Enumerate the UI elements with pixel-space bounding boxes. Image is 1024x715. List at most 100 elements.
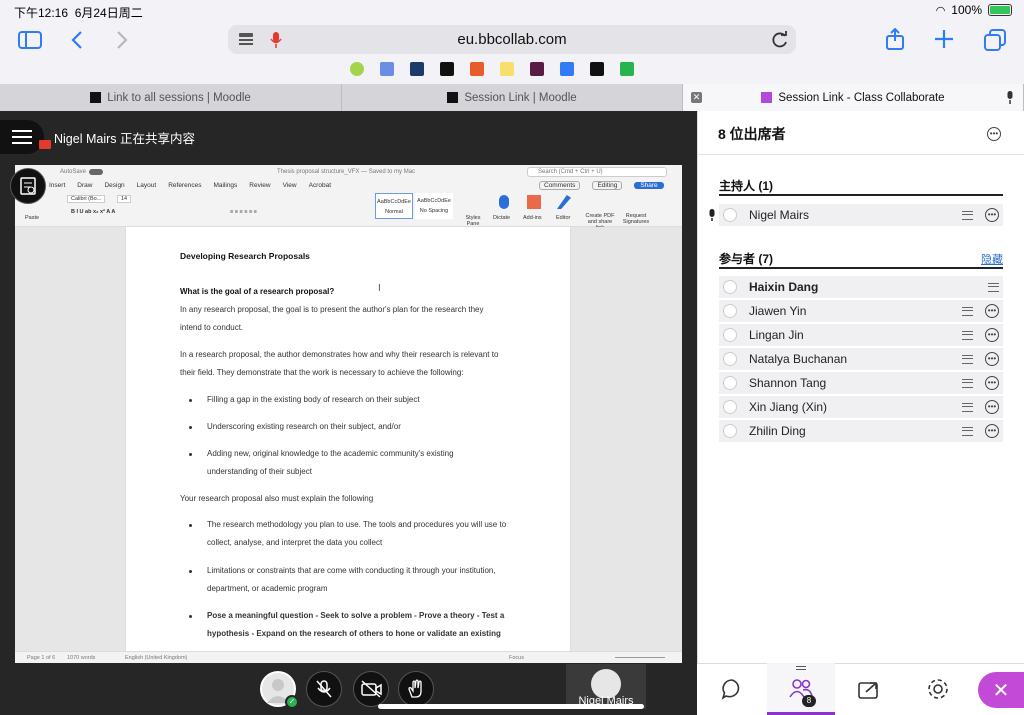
favorite-site-icon[interactable] bbox=[500, 62, 514, 76]
favorite-site-icon[interactable] bbox=[470, 62, 484, 76]
style-no-spacing: AaBbCcDdEe No Spacing bbox=[415, 193, 453, 219]
more-icon[interactable]: ••• bbox=[985, 208, 999, 222]
menu-view: View bbox=[282, 181, 297, 189]
share-icon[interactable] bbox=[885, 27, 905, 55]
chat-tab[interactable] bbox=[697, 663, 767, 715]
word-menu-tabs: Insert Draw Design Layout References Mai… bbox=[15, 179, 682, 191]
settings-tab[interactable] bbox=[903, 663, 973, 715]
session-menu-button[interactable] bbox=[0, 120, 44, 154]
favorite-site-icon[interactable] bbox=[410, 62, 424, 76]
new-tab-icon[interactable] bbox=[934, 29, 954, 54]
avatar bbox=[723, 304, 737, 318]
forward-icon[interactable] bbox=[115, 30, 129, 54]
mic-icon[interactable] bbox=[270, 31, 282, 54]
list-icon[interactable] bbox=[962, 354, 973, 364]
settings-icon bbox=[928, 679, 948, 699]
dictate-label: Dictate bbox=[493, 215, 511, 221]
doc-paragraph: their field. They demonstrate that the w… bbox=[180, 368, 464, 377]
list-icon[interactable] bbox=[962, 378, 973, 388]
bullet bbox=[189, 426, 192, 429]
favorite-site-icon[interactable] bbox=[530, 62, 544, 76]
list-icon[interactable] bbox=[962, 306, 973, 316]
menu-insert: Insert bbox=[49, 181, 66, 189]
share-content-tab[interactable] bbox=[835, 663, 903, 715]
favorite-site-icon[interactable] bbox=[440, 62, 454, 76]
favorite-site-icon[interactable] bbox=[380, 62, 394, 76]
status-date: 6月24日周二 bbox=[74, 6, 143, 20]
chat-icon bbox=[721, 679, 740, 700]
raise-hand-button[interactable] bbox=[398, 671, 434, 707]
list-icon[interactable] bbox=[988, 282, 999, 292]
favorites-bar bbox=[350, 62, 634, 80]
section-divider bbox=[719, 194, 1003, 196]
divider bbox=[697, 154, 1024, 155]
zoom-slider bbox=[615, 657, 665, 658]
participant-row[interactable]: Lingan Jin ••• bbox=[719, 324, 1003, 346]
list-icon[interactable] bbox=[962, 426, 973, 436]
battery-percent: 100% bbox=[951, 3, 982, 17]
attendees-tab[interactable] bbox=[767, 663, 835, 715]
tab-label: Link to all sessions | Moodle bbox=[107, 91, 251, 104]
more-icon[interactable]: ••• bbox=[985, 304, 999, 318]
tab-class-collaborate[interactable]: ✕ Session Link - Class Collaborate bbox=[683, 84, 1024, 111]
participant-row[interactable]: Jiawen Yin ••• bbox=[719, 300, 1003, 322]
tabs-icon[interactable] bbox=[984, 29, 1006, 56]
font-size-select: 14 bbox=[117, 195, 132, 203]
bullet bbox=[189, 399, 192, 402]
participant-row[interactable]: Haixin Dang bbox=[719, 276, 1003, 298]
avatar bbox=[723, 208, 737, 222]
tab-label: Session Link - Class Collaborate bbox=[778, 91, 945, 104]
attendees-title: 8 位出席者 bbox=[718, 126, 786, 142]
attendee-name: Shannon Tang bbox=[749, 376, 827, 390]
participant-row[interactable]: Natalya Buchanan ••• bbox=[719, 348, 1003, 370]
home-indicator bbox=[378, 704, 644, 709]
text-cursor-icon: I bbox=[378, 283, 381, 294]
sidebar-icon[interactable] bbox=[18, 30, 42, 54]
hide-participants-link[interactable]: 隐藏 bbox=[981, 251, 1003, 267]
favorite-site-icon[interactable] bbox=[620, 62, 634, 76]
list-icon[interactable] bbox=[962, 210, 973, 220]
captions-button[interactable] bbox=[10, 168, 46, 204]
more-icon[interactable]: ••• bbox=[985, 424, 999, 438]
more-icon[interactable]: ••• bbox=[985, 376, 999, 390]
more-icon[interactable]: ••• bbox=[985, 328, 999, 342]
doc-bullet-item: Adding new, original knowledge to the ac… bbox=[207, 449, 454, 458]
host-row[interactable]: Nigel Mairs ••• bbox=[719, 204, 1003, 226]
favorite-link-icon[interactable] bbox=[350, 62, 364, 76]
camera-button[interactable] bbox=[353, 671, 389, 707]
participant-row[interactable]: Shannon Tang ••• bbox=[719, 372, 1003, 394]
list-icon[interactable] bbox=[962, 330, 973, 340]
back-icon[interactable] bbox=[70, 30, 84, 54]
font-select: Calibri (Bo... bbox=[67, 195, 106, 203]
more-icon[interactable]: ••• bbox=[985, 400, 999, 414]
doc-bullet-item: understanding of their subject bbox=[207, 467, 312, 476]
microphone-button[interactable] bbox=[306, 671, 342, 707]
close-tab-icon[interactable]: ✕ bbox=[691, 92, 702, 103]
favorite-site-icon[interactable] bbox=[560, 62, 574, 76]
avatar bbox=[723, 352, 737, 366]
avatar bbox=[723, 280, 737, 294]
menu-design: Design bbox=[104, 181, 125, 189]
shared-word-document: AutoSave Thesis proposal structure_VFX —… bbox=[15, 165, 682, 663]
attendee-name: Haixin Dang bbox=[749, 280, 819, 294]
bullet bbox=[189, 615, 192, 618]
url-bar[interactable]: eu.bbcollab.com bbox=[228, 25, 796, 54]
word-ribbon: Paste Calibri (Bo... 14 B I U ab x₂ x² A… bbox=[15, 191, 682, 231]
attendee-name: Natalya Buchanan bbox=[749, 352, 848, 366]
tab-session-link-moodle[interactable]: Session Link | Moodle bbox=[342, 84, 683, 111]
share-banner-text: Nigel Mairs 正在共享内容 bbox=[54, 131, 195, 146]
autosave-label: AutoSave bbox=[60, 169, 87, 175]
close-panel-button[interactable]: ✕ bbox=[978, 672, 1024, 708]
tab-link-to-all-sessions[interactable]: Link to all sessions | Moodle bbox=[0, 84, 342, 111]
list-icon[interactable] bbox=[962, 402, 973, 412]
doc-bullet-item: Underscoring existing research on their … bbox=[207, 422, 401, 431]
more-icon[interactable]: ••• bbox=[985, 352, 999, 366]
more-icon[interactable]: ••• bbox=[987, 127, 1001, 141]
reload-icon[interactable] bbox=[771, 31, 789, 54]
status-language: English (United Kingdom) bbox=[125, 655, 188, 661]
participant-row[interactable]: Zhilin Ding ••• bbox=[719, 420, 1003, 442]
favorite-site-icon[interactable] bbox=[590, 62, 604, 76]
reader-icon[interactable] bbox=[238, 32, 254, 53]
doc-heading: Developing Research Proposals bbox=[180, 251, 310, 261]
participant-row[interactable]: Xin Jiang (Xin) ••• bbox=[719, 396, 1003, 418]
